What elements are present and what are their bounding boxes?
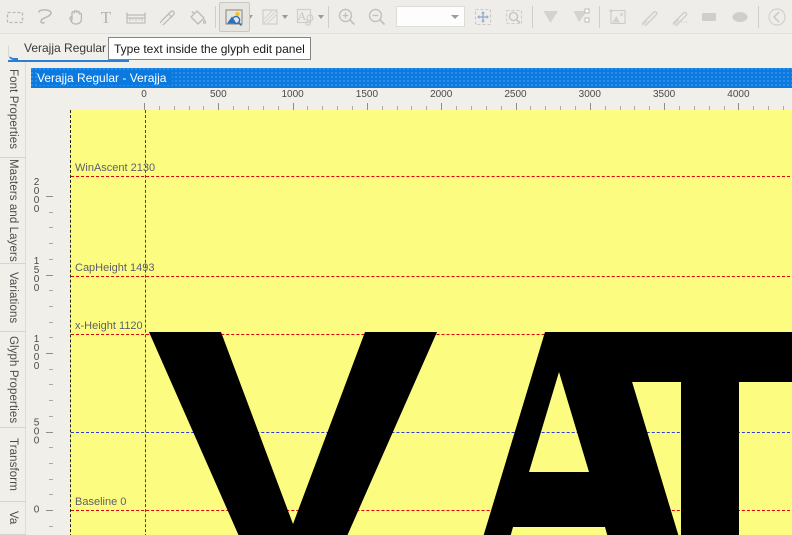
lasso-icon[interactable] — [30, 2, 60, 32]
hruler-tick-label: 0 — [141, 89, 147, 100]
vruler-tick-label: 1500 — [33, 255, 40, 294]
editor-title-bar[interactable]: Verajja Regular - Verajja — [31, 68, 792, 88]
triangle-nodes-icon[interactable] — [566, 2, 596, 32]
sidebar-item-label: Va — [7, 511, 19, 525]
editor-title: Verajja Regular - Verajja — [37, 71, 173, 85]
origin-vertical-guide[interactable] — [145, 110, 146, 535]
rectangle-marquee-icon[interactable] — [0, 2, 30, 32]
horizontal-ruler[interactable]: 050010001500200025003000350040004 — [31, 88, 792, 110]
guide-label-xheight: x-Height 1120 — [75, 320, 143, 333]
zoom-selection-icon[interactable] — [499, 2, 529, 32]
tooltip-text: Type text inside the glyph edit panel — [114, 41, 305, 56]
toolbar-separator — [531, 5, 533, 28]
rectangle-shape-icon[interactable] — [694, 2, 724, 32]
zoom-level-combobox[interactable] — [395, 6, 466, 27]
ellipse-shape-icon[interactable] — [725, 2, 755, 32]
tooltip-popup: Type text inside the glyph edit panel — [108, 37, 311, 60]
guide-line-winascent[interactable] — [71, 175, 792, 177]
vruler-major-tick — [46, 196, 53, 197]
hruler-major-tick — [589, 103, 591, 110]
eraser-icon[interactable] — [152, 2, 182, 32]
sidebar-item-glyph-properties[interactable]: Glyph Properties — [0, 332, 26, 428]
hruler-tick-label: 500 — [209, 89, 227, 100]
glyph-canvas-viewport[interactable]: WinAscent 2130 CapHeight 1493 x-Height 112… — [53, 110, 792, 535]
text-effect-icon[interactable]: A — [290, 2, 320, 32]
hruler-tick-label: 2500 — [504, 89, 527, 100]
glyph-edit-panel: Verajja Regular - Verajja 0 500 1000 1500 20… — [26, 62, 792, 535]
hruler-major-tick — [664, 103, 666, 110]
measure-icon[interactable] — [121, 2, 151, 32]
sidebar-item-label: Transform — [7, 438, 19, 491]
sidebar-item-label: Font Properties — [7, 69, 19, 150]
hruler-major-tick — [218, 103, 220, 110]
vruler-tick-label: 2000 — [33, 177, 40, 215]
sidebar-item-transform[interactable]: Transform — [0, 428, 26, 502]
toolbar-separator — [328, 5, 329, 28]
guide-line-capheight[interactable] — [71, 275, 792, 277]
application-window: T A Verajja Regular Type text inside the… — [0, 0, 792, 535]
toolbar-separator — [599, 5, 601, 28]
vertical-ruler[interactable]: 2000150010005000-500 — [31, 110, 53, 535]
sidebar-item-variations[interactable]: Variations — [0, 264, 26, 332]
vruler-tick-label: 1000 — [33, 334, 40, 372]
toolbar-separator — [757, 5, 759, 28]
vruler-tick-label: 500 — [33, 417, 40, 446]
guide-label-baseline: Baseline 0 — [75, 496, 127, 508]
sidebar-item-va[interactable]: Va — [0, 502, 26, 535]
toolbar-separator — [215, 5, 217, 28]
pencil-icon[interactable] — [664, 2, 694, 32]
vruler-major-tick — [46, 431, 53, 433]
zoom-in-icon[interactable] — [332, 2, 362, 32]
hruler-tick-label: 1000 — [281, 89, 304, 100]
hruler-major-tick — [441, 103, 443, 110]
hruler-major-tick — [515, 103, 517, 110]
hruler-major-tick — [738, 103, 740, 110]
svg-text:T: T — [101, 8, 112, 27]
vruler-major-tick — [46, 510, 53, 511]
triangle-filled-icon[interactable] — [536, 2, 566, 32]
text-tool-icon[interactable]: T — [91, 2, 121, 32]
tab-label: Verajja Regular — [24, 41, 107, 55]
glyph-canvas[interactable]: WinAscent 2130 CapHeight 1493 x-Height 112… — [70, 110, 792, 535]
brush-icon[interactable] — [634, 2, 664, 32]
guide-line-baseline[interactable] — [71, 510, 792, 511]
hand-icon[interactable] — [61, 2, 91, 32]
glyph-outlines — [149, 332, 792, 535]
vruler-major-tick — [46, 274, 53, 276]
vruler-major-tick — [46, 353, 53, 354]
svg-text:A: A — [298, 9, 307, 23]
vruler-tick-label: 0 — [33, 504, 40, 516]
gradient-icon[interactable] — [255, 2, 285, 32]
zoom-out-icon[interactable] — [362, 2, 392, 32]
image-preview-icon[interactable] — [219, 1, 250, 32]
guide-label-winascent: WinAscent 2130 — [75, 161, 156, 174]
guide-line-midline[interactable] — [71, 431, 792, 433]
hruler-tick-label: 4000 — [727, 89, 750, 100]
sidebar-item-label: Variations — [7, 271, 19, 324]
tab-left-curve — [8, 46, 18, 60]
guide-line-xheight[interactable] — [71, 334, 792, 336]
guide-label-capheight: CapHeight 1493 — [75, 261, 155, 274]
hruler-major-tick — [144, 103, 145, 110]
overflow-chevron-icon[interactable] — [762, 2, 792, 32]
sidebar-item-label: Glyph Properties — [7, 335, 19, 424]
hruler-tick-label: 3000 — [578, 89, 601, 100]
left-panel-tabs: Font Properties Masters and Layers Variati… — [0, 62, 26, 535]
sidebar-item-font-properties[interactable]: Font Properties — [0, 62, 26, 158]
hruler-tick-label: 2000 — [430, 89, 453, 100]
sidebar-item-label: Masters and Layers — [7, 159, 19, 262]
fit-to-window-icon[interactable] — [468, 2, 498, 32]
paint-bucket-icon[interactable] — [182, 2, 212, 32]
main-toolbar: T A — [0, 0, 792, 34]
sidebar-item-masters-and-layers[interactable]: Masters and Layers — [0, 158, 26, 264]
hruler-tick-label: 1500 — [355, 89, 379, 100]
hruler-major-tick — [366, 103, 368, 110]
hruler-tick-label: 3500 — [652, 89, 676, 100]
zoom-level-dropdown-caret-icon[interactable] — [448, 7, 462, 26]
add-image-icon[interactable] — [603, 2, 633, 32]
hruler-major-tick — [292, 103, 294, 110]
